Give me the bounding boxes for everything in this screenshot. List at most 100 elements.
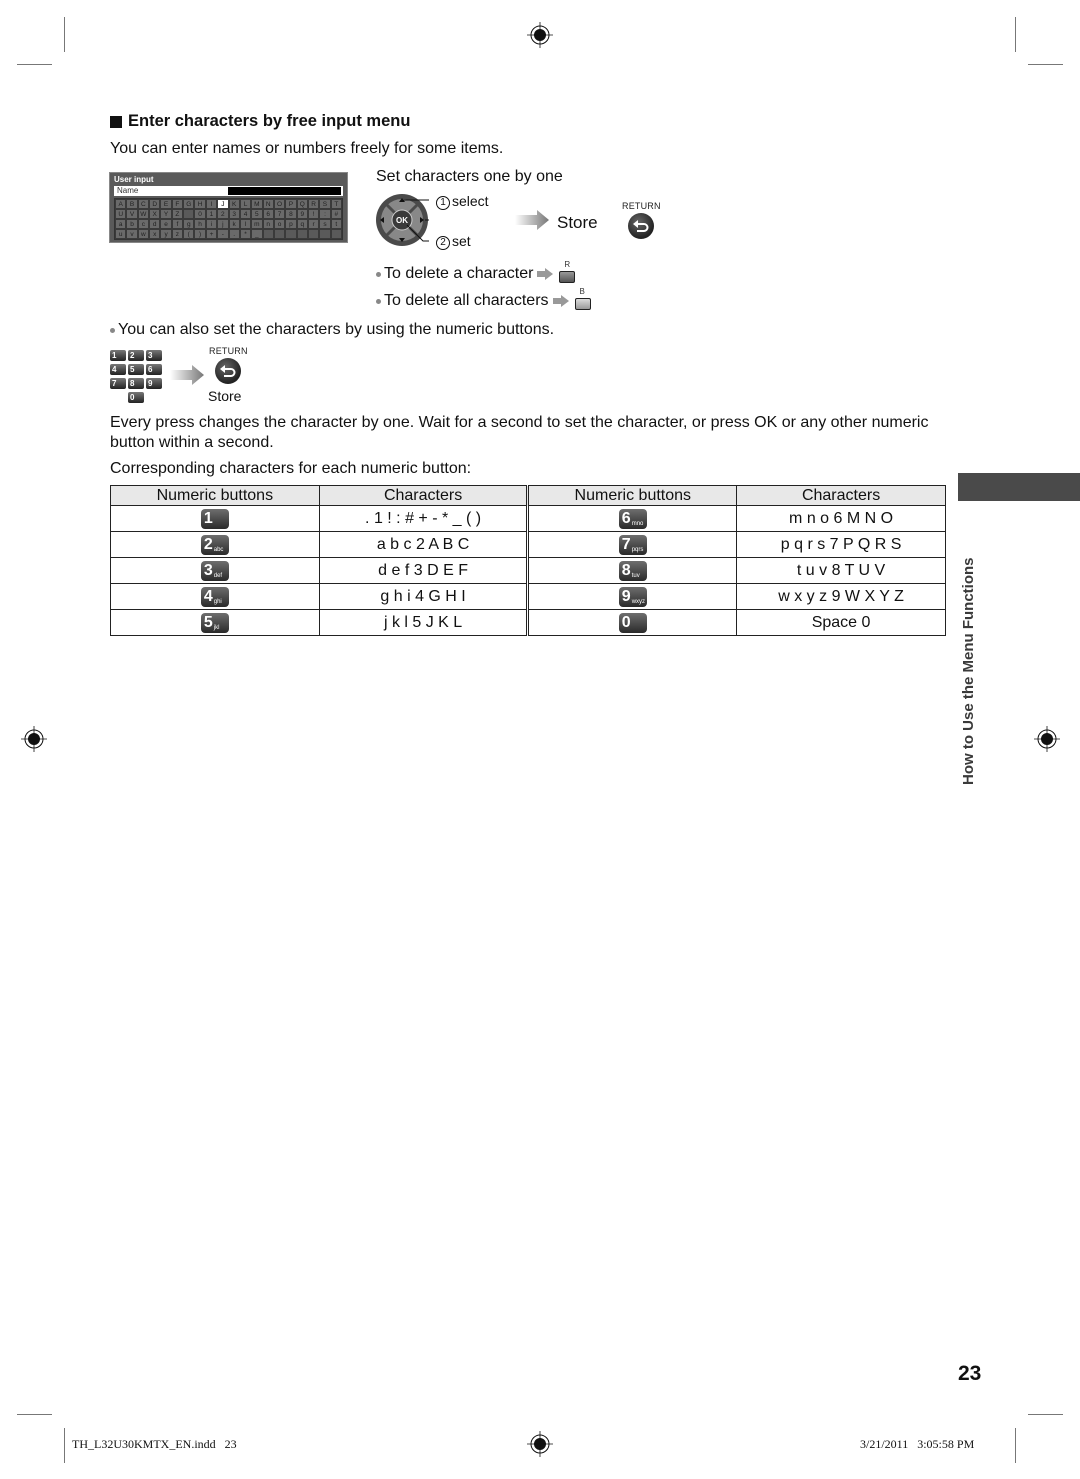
character-key[interactable]: 2 xyxy=(217,209,229,219)
character-key[interactable]: d xyxy=(149,219,161,229)
character-key[interactable]: R xyxy=(307,199,320,209)
character-key[interactable]: 0 xyxy=(194,209,206,219)
character-key[interactable]: V xyxy=(126,209,138,219)
character-key[interactable] xyxy=(319,229,331,239)
character-key[interactable]: g xyxy=(183,219,195,229)
character-key[interactable]: M xyxy=(251,199,263,209)
character-key[interactable]: o xyxy=(273,219,286,229)
character-key[interactable]: w xyxy=(137,229,150,239)
character-key[interactable]: K xyxy=(228,199,240,209)
character-key[interactable]: Z xyxy=(171,209,184,219)
character-key[interactable]: * xyxy=(239,229,252,239)
numeric-key-icon: 0 xyxy=(128,392,144,403)
character-key[interactable]: I xyxy=(205,199,218,209)
return-button-group: RETURN xyxy=(209,346,248,384)
character-key[interactable]: F xyxy=(171,199,184,209)
character-key[interactable]: H xyxy=(194,199,206,209)
character-key[interactable]: e xyxy=(160,219,172,229)
character-key[interactable]: ! xyxy=(307,209,320,219)
character-key[interactable]: B xyxy=(126,199,138,209)
character-key[interactable]: h xyxy=(194,219,206,229)
character-key[interactable]: C xyxy=(137,199,150,209)
character-key[interactable]: S xyxy=(319,199,331,209)
character-key[interactable]: L xyxy=(239,199,252,209)
character-key[interactable]: s xyxy=(319,219,331,229)
character-key[interactable] xyxy=(307,229,320,239)
arrow-right-icon xyxy=(552,295,569,307)
character-key[interactable]: W xyxy=(137,209,150,219)
character-key[interactable]: l xyxy=(239,219,252,229)
character-key[interactable]: N xyxy=(262,199,274,209)
character-key[interactable]: _ xyxy=(251,229,263,239)
character-key[interactable]: 6 xyxy=(262,209,274,219)
character-key[interactable]: 7 xyxy=(273,209,286,219)
character-key[interactable]: D xyxy=(149,199,161,209)
characters-cell: a b c 2 A B C xyxy=(318,531,529,558)
character-key[interactable]: 8 xyxy=(285,209,297,219)
character-key[interactable]: 1 xyxy=(205,209,218,219)
character-key[interactable]: U xyxy=(115,209,127,219)
character-key[interactable]: k xyxy=(228,219,240,229)
character-key[interactable]: Y xyxy=(160,209,172,219)
character-key[interactable]: q xyxy=(296,219,308,229)
column-header: Characters xyxy=(736,485,946,506)
character-key[interactable] xyxy=(285,229,297,239)
character-key[interactable]: J xyxy=(217,199,229,209)
character-key[interactable]: + xyxy=(205,229,218,239)
character-key[interactable]: # xyxy=(330,209,342,219)
character-key[interactable] xyxy=(183,209,195,219)
character-key[interactable] xyxy=(330,229,342,239)
character-key[interactable]: c xyxy=(137,219,150,229)
character-key[interactable]: u xyxy=(115,229,127,239)
character-key[interactable]: r xyxy=(307,219,320,229)
character-key[interactable]: E xyxy=(160,199,172,209)
character-key[interactable]: f xyxy=(171,219,184,229)
character-key[interactable]: G xyxy=(183,199,195,209)
numeric-button-cell: 2 abc xyxy=(110,531,320,558)
character-key[interactable]: n xyxy=(262,219,274,229)
characters-cell: m n o 6 M N O xyxy=(736,505,946,532)
character-key[interactable]: T xyxy=(330,199,342,209)
character-key[interactable]: v xyxy=(126,229,138,239)
character-key[interactable] xyxy=(296,229,308,239)
characters-cell: j k l 5 J K L xyxy=(318,609,529,636)
character-key[interactable]: ( xyxy=(183,229,195,239)
character-key[interactable]: Q xyxy=(296,199,308,209)
character-key[interactable] xyxy=(262,229,274,239)
character-key[interactable]: b xyxy=(126,219,138,229)
character-key[interactable]: i xyxy=(205,219,218,229)
character-key[interactable]: x xyxy=(149,229,161,239)
numeric-button-icon: 2 abc xyxy=(200,534,229,555)
paragraph-corresponding: Corresponding characters for each numeri… xyxy=(110,460,472,477)
character-key[interactable]: p xyxy=(285,219,297,229)
character-key[interactable]: z xyxy=(171,229,184,239)
character-key[interactable]: 9 xyxy=(296,209,308,219)
character-key[interactable]: O xyxy=(273,199,286,209)
character-key[interactable]: : xyxy=(319,209,331,219)
dpad-ok-icon: OK xyxy=(376,194,429,246)
step-select-label: select xyxy=(452,193,489,209)
character-key[interactable]: . xyxy=(228,229,240,239)
character-key[interactable]: P xyxy=(285,199,297,209)
character-key[interactable]: 5 xyxy=(251,209,263,219)
square-bullet-icon xyxy=(110,115,122,128)
character-key[interactable]: X xyxy=(149,209,161,219)
character-key[interactable]: 3 xyxy=(228,209,240,219)
registration-mark-icon xyxy=(21,726,47,752)
character-key[interactable]: a xyxy=(115,219,127,229)
character-key[interactable] xyxy=(273,229,286,239)
character-key[interactable]: 4 xyxy=(239,209,252,219)
character-key[interactable]: A xyxy=(115,199,127,209)
character-key[interactable]: m xyxy=(251,219,263,229)
button-digit: 9 xyxy=(621,587,631,605)
character-key[interactable]: j xyxy=(217,219,229,229)
character-key[interactable]: - xyxy=(217,229,229,239)
character-key[interactable]: y xyxy=(160,229,172,239)
character-key[interactable]: t xyxy=(330,219,342,229)
delete-all-text: To delete all characters xyxy=(384,292,549,309)
numeric-button-icon: 5 jkl xyxy=(200,612,229,633)
return-label: RETURN xyxy=(622,201,661,211)
delete-one-text: To delete a character xyxy=(384,265,534,282)
step-set-label: set xyxy=(452,233,471,249)
character-key[interactable]: ) xyxy=(194,229,206,239)
